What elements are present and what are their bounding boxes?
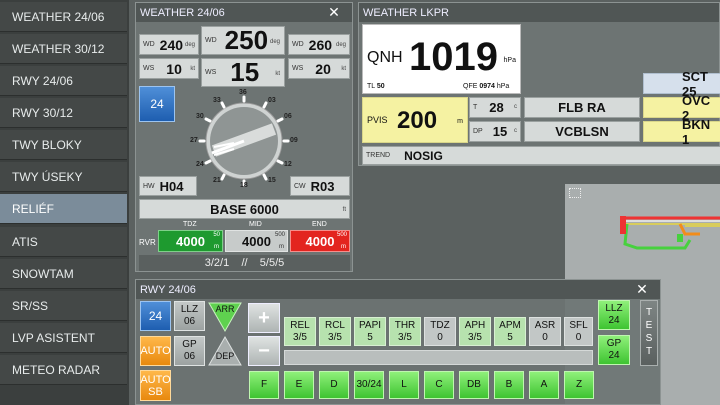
apm-button[interactable]: APM 5 xyxy=(494,317,526,346)
thr-button[interactable]: THR 3/5 xyxy=(389,317,421,346)
taxiway-d-button[interactable]: D xyxy=(319,371,349,399)
rvr-mid-label: MID xyxy=(249,221,262,228)
asr-button[interactable]: ASR 0 xyxy=(529,317,561,346)
taxiway-f-button[interactable]: F xyxy=(249,371,279,399)
ws-right-box: WS 20 kt xyxy=(288,58,350,79)
status-bar xyxy=(284,350,593,365)
taxiway-a-button[interactable]: A xyxy=(529,371,559,399)
weather-vcblsn: VCBLSN xyxy=(524,121,640,142)
sidebar: WEATHER 24/06 WEATHER 30/12 RWY 24/06 RW… xyxy=(0,0,129,405)
crosswind-box: CW R03 xyxy=(290,176,350,196)
rvr-tdz-box: 4000 50 m xyxy=(158,230,223,252)
rvr-label: RVR xyxy=(139,238,156,247)
cloud-sct: SCT 25 xyxy=(643,69,720,99)
taxiway-b-button[interactable]: B xyxy=(494,371,524,399)
sidebar-item-rwy-30-12[interactable]: RWY 30/12 xyxy=(0,98,127,128)
increase-button[interactable]: + xyxy=(248,303,280,333)
sidebar-item-atis[interactable]: ATIS xyxy=(0,227,127,257)
rvr-trend-footer: 3/2/1 // 5/5/5 xyxy=(139,255,350,271)
sidebar-item-rwy-24-06[interactable]: RWY 24/06 xyxy=(0,66,127,96)
auto-button[interactable]: AUTO xyxy=(140,336,171,366)
tdz-button[interactable]: TDZ 0 xyxy=(424,317,456,346)
cloud-ovc: OVC 2 xyxy=(643,93,720,123)
dewpoint-box: DP 15 c xyxy=(469,121,521,142)
map-grip-icon[interactable] xyxy=(569,188,581,198)
close-icon[interactable]: ✕ xyxy=(316,3,352,22)
sidebar-item-snowtam[interactable]: SNOWTAM xyxy=(0,259,127,289)
wd-left-box: WD 240 deg xyxy=(139,34,199,55)
rvr-mid-box: 4000 500 m xyxy=(225,230,288,252)
weather-lkpr-panel: WEATHER LKPR QNH 1019 hPa TL 50 QFE 0974… xyxy=(358,2,720,166)
dep-button[interactable]: DEP xyxy=(207,335,243,367)
taxiway-30-24-button[interactable]: 30/24 xyxy=(354,371,384,399)
cloud-bkn: BKN 1 xyxy=(643,117,720,147)
taxiway-db-button[interactable]: DB xyxy=(459,371,489,399)
wd-right-box: WD 260 deg xyxy=(288,34,350,55)
compass-labels: 36 03 06 09 12 15 18 21 24 27 30 33 xyxy=(190,89,298,189)
sidebar-item-weather-24-06[interactable]: WEATHER 24/06 xyxy=(0,2,127,32)
rvr-end-label: END xyxy=(312,221,327,228)
rvr-end-box: 4000 500 m xyxy=(290,230,350,252)
panel-title-lkpr: WEATHER LKPR xyxy=(359,3,719,22)
taxiway-e-button[interactable]: E xyxy=(284,371,314,399)
qnh-box: QNH 1019 hPa TL 50 QFE 0974 hPa xyxy=(362,24,521,94)
temp-box: T 28 c xyxy=(469,97,521,118)
sidebar-item-meteo-radar[interactable]: METEO RADAR xyxy=(0,355,127,385)
arr-button[interactable]: ARR xyxy=(207,301,243,333)
papi-button[interactable]: PAPI 5 xyxy=(354,317,386,346)
aph-button[interactable]: APH 3/5 xyxy=(459,317,491,346)
taxiway-l-button[interactable]: L xyxy=(389,371,419,399)
rwy-24-button[interactable]: 24 xyxy=(139,86,175,122)
taxiway-diagram xyxy=(620,216,720,250)
panel-title-rwy: RWY 24/06 xyxy=(136,280,660,299)
sfl-button[interactable]: SFL 0 xyxy=(564,317,593,346)
sidebar-item-twy-bloky[interactable]: TWY BLOKY xyxy=(0,130,127,160)
sidebar-item-sr-ss[interactable]: SR/SS xyxy=(0,291,127,321)
gp-24-button[interactable]: GP 24 xyxy=(598,335,630,365)
headwind-box: HW H04 xyxy=(139,176,197,196)
taxiway-c-button[interactable]: C xyxy=(424,371,454,399)
weather-flb-ra: FLB RA xyxy=(524,97,640,118)
wd-main-box: WD 250 deg xyxy=(201,25,285,55)
ws-left-box: WS 10 kt xyxy=(139,58,199,79)
cloud-base-box: BASE 6000 ft xyxy=(139,199,350,219)
llz-24-button[interactable]: LLZ 24 xyxy=(598,300,630,330)
rvr-tdz-label: TDZ xyxy=(183,221,197,228)
rcl-button[interactable]: RCL 3/5 xyxy=(319,317,351,346)
sidebar-item-twy-useky[interactable]: TWY ÚSEKY xyxy=(0,162,127,192)
decrease-button[interactable]: − xyxy=(248,336,280,366)
gp-06-button[interactable]: GP 06 xyxy=(174,336,205,366)
weather-rwy-panel: WEATHER 24/06 ✕ WD 240 deg WS 10 kt WD 2… xyxy=(135,2,353,272)
auto-sb-button[interactable]: AUTO SB xyxy=(140,370,171,401)
trend-box: TREND NOSIG xyxy=(362,146,720,165)
rel-button[interactable]: REL 3/5 xyxy=(284,317,316,346)
pvis-box: PVIS 200 m xyxy=(362,97,468,143)
taxiway-z-button[interactable]: Z xyxy=(564,371,594,399)
sidebar-item-lvp-asistent[interactable]: LVP ASISTENT xyxy=(0,323,127,353)
llz-06-button[interactable]: LLZ 06 xyxy=(174,301,205,331)
rwy-24-select[interactable]: 24 xyxy=(140,301,171,331)
close-icon[interactable]: ✕ xyxy=(624,280,660,299)
sidebar-item-relief[interactable]: RELIÉF xyxy=(0,194,127,224)
ws-main-box: WS 15 kt xyxy=(201,57,285,87)
test-button[interactable]: TEST xyxy=(640,300,658,366)
sidebar-item-weather-30-12[interactable]: WEATHER 30/12 xyxy=(0,34,127,64)
